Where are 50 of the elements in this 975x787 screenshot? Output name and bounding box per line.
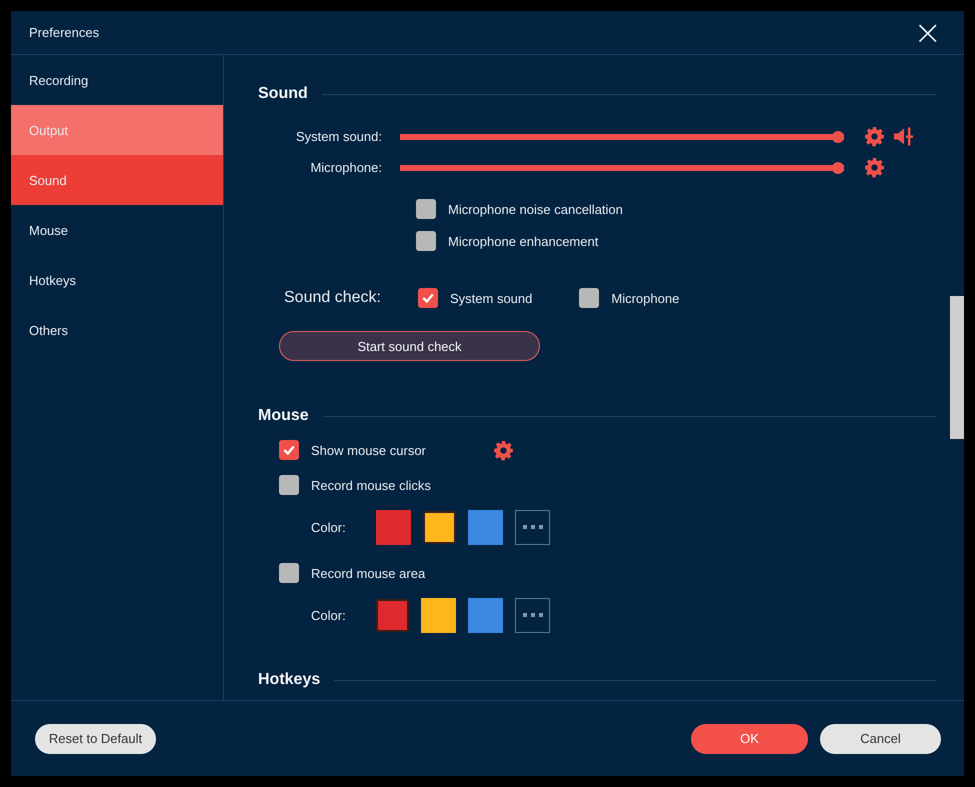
checkbox-label: Record mouse area [311, 566, 426, 580]
window-title: Preferences [29, 25, 100, 40]
slider-label: Microphone: [309, 160, 383, 175]
color-swatch[interactable] [468, 598, 503, 632]
sound-check-label: Sound check: [284, 289, 382, 307]
checkbox-label: Microphone [611, 290, 680, 306]
color-swatch[interactable] [376, 510, 411, 544]
more-colors-button[interactable] [515, 598, 550, 632]
reset-button[interactable]: Reset to Default [35, 724, 156, 754]
checkbox-label: System sound [450, 290, 532, 306]
more-icon [522, 525, 542, 529]
sidebar-item[interactable]: Mouse [11, 205, 223, 255]
section-heading: Sound [258, 85, 308, 103]
checkbox[interactable] [279, 440, 299, 460]
more-icon [522, 613, 542, 617]
checkbox-label: Microphone enhancement [448, 234, 598, 248]
check-icon [282, 443, 296, 457]
volume-slider[interactable] [400, 162, 844, 174]
cancel-button[interactable]: Cancel [820, 724, 941, 754]
settings-icon[interactable] [493, 440, 514, 460]
color-swatch[interactable] [468, 510, 503, 544]
checkbox[interactable] [279, 475, 299, 495]
checkbox-label: Record mouse clicks [311, 478, 431, 492]
checkbox[interactable] [579, 288, 600, 308]
sidebar-item[interactable]: Others [11, 305, 223, 355]
checkbox[interactable] [416, 231, 436, 251]
color-swatch[interactable] [376, 598, 409, 632]
settings-icon[interactable] [864, 126, 885, 147]
color-swatch[interactable] [423, 510, 456, 544]
sidebar-item[interactable]: Hotkeys [11, 255, 223, 305]
checkbox-label: Show mouse cursor [311, 442, 427, 458]
checkbox[interactable] [416, 199, 436, 219]
start-sound-check-button[interactable]: Start sound check [279, 331, 540, 361]
check-icon [421, 291, 435, 305]
color-swatch[interactable] [421, 598, 456, 632]
checkbox[interactable] [279, 563, 299, 583]
slider-label: System sound: [295, 129, 383, 144]
checkbox[interactable] [418, 288, 438, 308]
color-label: Color: [311, 608, 347, 622]
color-label: Color: [311, 520, 347, 534]
sidebar-item[interactable]: Recording [11, 55, 223, 105]
slider-thumb[interactable] [832, 130, 844, 142]
checkbox-label: Microphone noise cancellation [448, 202, 623, 216]
section-heading: Mouse [258, 407, 309, 425]
volume-slider[interactable] [400, 130, 844, 142]
slider-thumb[interactable] [832, 162, 844, 174]
close-button[interactable]: × [912, 16, 944, 50]
more-colors-button[interactable] [515, 510, 550, 544]
section-heading: Hotkeys [258, 671, 320, 689]
settings-icon[interactable] [864, 157, 885, 178]
